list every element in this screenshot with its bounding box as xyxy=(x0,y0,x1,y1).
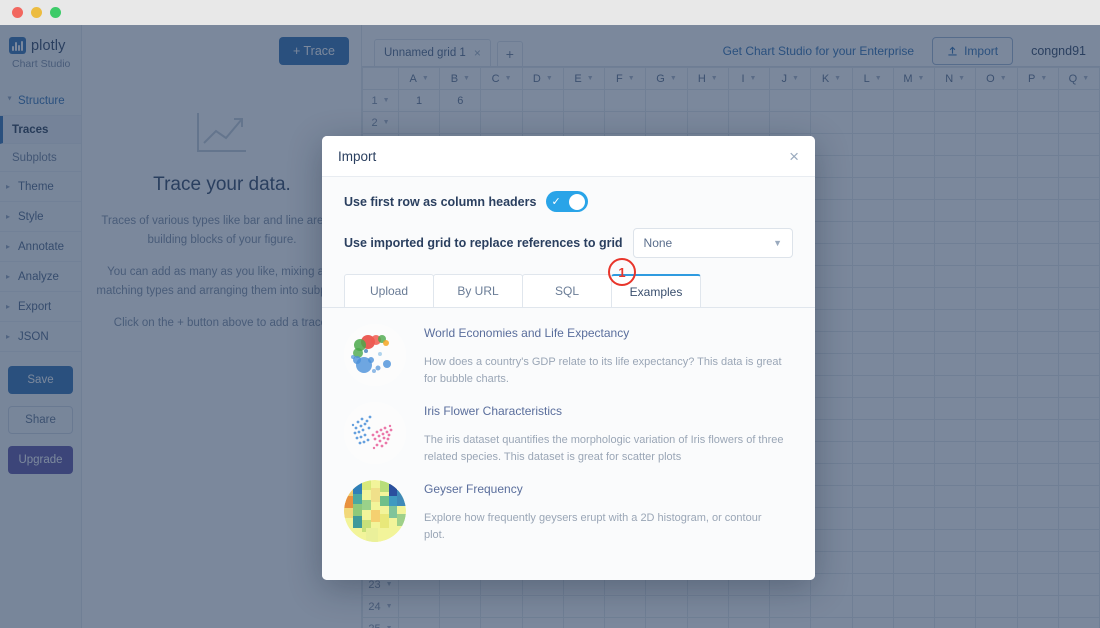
example-title[interactable]: Geyser Frequency xyxy=(424,482,784,496)
example-item[interactable]: Iris Flower Characteristics The iris dat… xyxy=(344,402,793,466)
import-modal: Import × Use first row as column headers… xyxy=(322,136,815,580)
replace-grid-select[interactable]: None ▼ xyxy=(632,228,793,258)
example-text: Geyser Frequency Explore how frequently … xyxy=(424,480,784,544)
example-item[interactable]: Geyser Frequency Explore how frequently … xyxy=(344,480,793,544)
tab-upload[interactable]: Upload xyxy=(344,274,434,307)
example-description: The iris dataset quantifies the morpholo… xyxy=(424,434,784,464)
replace-grid-label: Use imported grid to replace references … xyxy=(344,236,623,250)
scatter-plot-thumbnail xyxy=(344,402,406,465)
example-text: World Economies and Life Expectancy How … xyxy=(424,324,784,388)
first-row-toggle[interactable]: ✓ xyxy=(546,191,589,212)
example-description: Explore how frequently geysers erupt wit… xyxy=(424,512,762,542)
minimize-window-icon[interactable] xyxy=(31,7,42,18)
tab-by-url[interactable]: By URL xyxy=(433,274,523,307)
check-icon: ✓ xyxy=(551,196,561,208)
replace-grid-option: Use imported grid to replace references … xyxy=(344,228,793,258)
example-text: Iris Flower Characteristics The iris dat… xyxy=(424,402,784,466)
heatmap-thumbnail xyxy=(344,480,406,543)
chart-studio-window: plotly Chart Studio ▸ Structure Traces S… xyxy=(0,0,1100,628)
zoom-window-icon[interactable] xyxy=(50,7,61,18)
example-title[interactable]: World Economies and Life Expectancy xyxy=(424,326,784,340)
close-icon[interactable]: × xyxy=(789,148,799,165)
bubble-chart-thumbnail xyxy=(344,324,406,386)
modal-title: Import xyxy=(338,148,377,164)
example-title[interactable]: Iris Flower Characteristics xyxy=(424,404,784,418)
examples-panel: World Economies and Life Expectancy How … xyxy=(322,308,815,580)
toggle-knob xyxy=(569,193,586,210)
chevron-down-icon: ▼ xyxy=(773,238,782,248)
annotation-marker-1: 1 xyxy=(608,258,636,286)
example-item[interactable]: World Economies and Life Expectancy How … xyxy=(344,324,793,388)
tab-sql[interactable]: SQL xyxy=(522,274,612,307)
modal-header: Import × xyxy=(322,136,815,177)
modal-options: Use first row as column headers ✓ Use im… xyxy=(322,177,815,258)
first-row-option: Use first row as column headers ✓ xyxy=(344,191,793,212)
example-description: How does a country's GDP relate to its l… xyxy=(424,356,782,386)
replace-grid-value: None xyxy=(643,236,673,250)
close-window-icon[interactable] xyxy=(12,7,23,18)
first-row-label: Use first row as column headers xyxy=(344,194,537,209)
import-tabs: Upload By URL SQL Examples xyxy=(322,274,815,308)
window-titlebar xyxy=(0,0,1100,25)
